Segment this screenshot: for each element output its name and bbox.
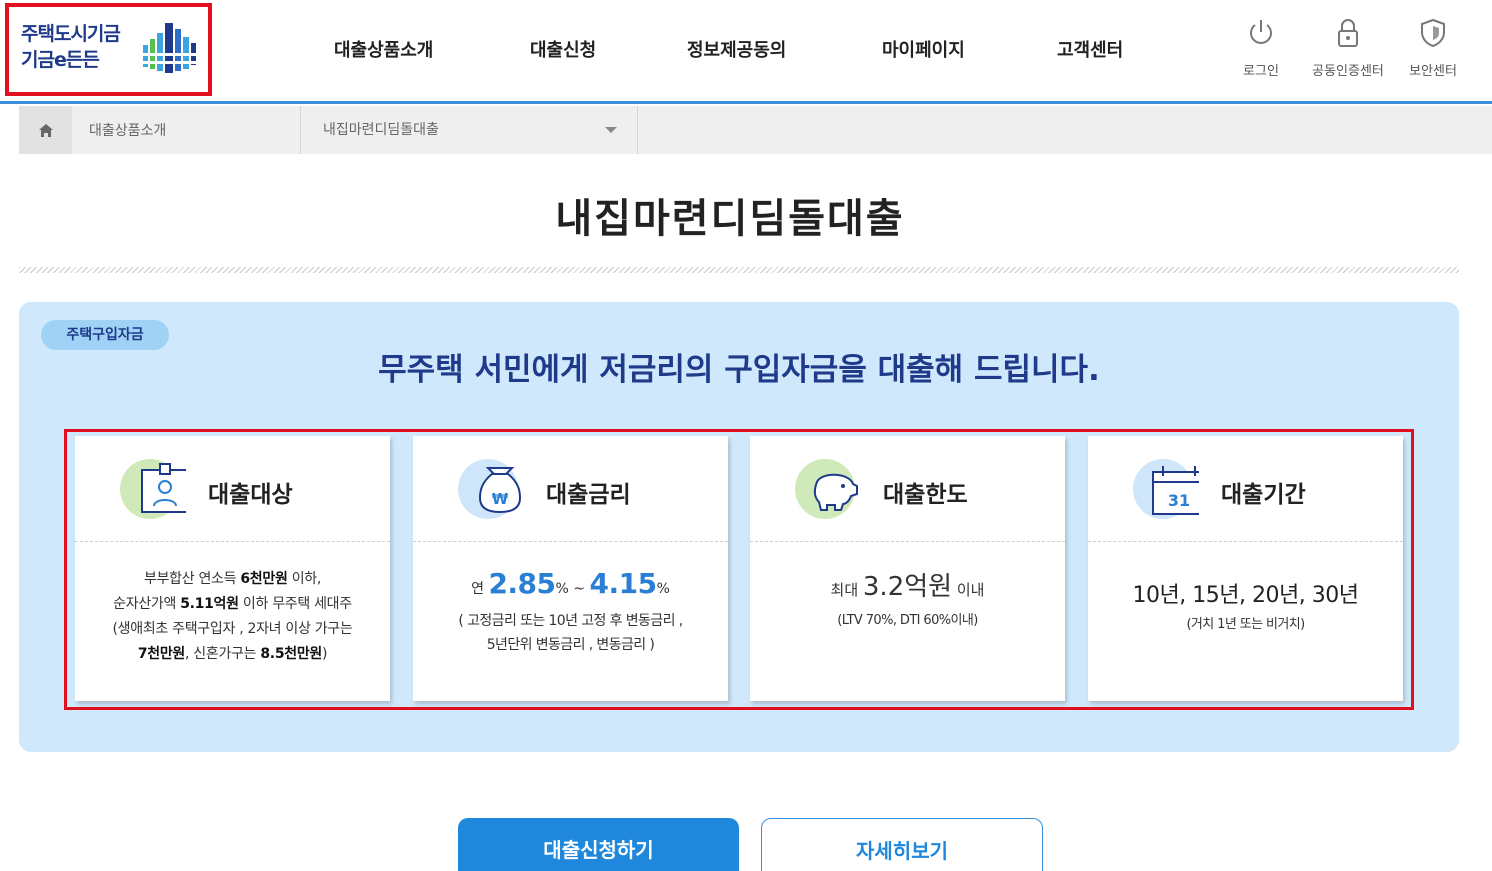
nav-loan-products[interactable]: 대출상품소개 xyxy=(334,36,433,62)
site-header: 주택도시기금 기금e든든 대출상품소개 대출신청 정보제공동의 마이페이지 고객… xyxy=(0,0,1492,104)
breadcrumb-home[interactable] xyxy=(19,106,72,154)
period-value: 10년, 15년, 20년, 30년 xyxy=(1132,583,1359,608)
certificate-center-link[interactable]: 공동인증센터 xyxy=(1308,18,1388,79)
card-title: 대출기간 xyxy=(1221,482,1306,508)
card-title: 대출금리 xyxy=(546,482,631,508)
svg-text:31: 31 xyxy=(1168,491,1190,510)
nav-mypage[interactable]: 마이페이지 xyxy=(882,36,965,62)
calendar-icon: 31 xyxy=(1133,459,1199,519)
card-header: 대출대상 xyxy=(75,436,390,542)
rate-min: 2.85 xyxy=(488,567,556,600)
card-header: ₩ 대출금리 xyxy=(413,436,728,542)
rate-max: 4.15 xyxy=(589,567,657,600)
breadcrumb-level-1[interactable]: 대출상품소개 xyxy=(72,106,301,154)
chevron-down-icon xyxy=(605,127,617,133)
nav-customer-center[interactable]: 고객센터 xyxy=(1057,36,1123,62)
logo-mark-icon xyxy=(141,23,201,73)
view-details-button[interactable]: 자세히보기 xyxy=(761,818,1043,871)
rate-note-1: ( 고정금리 또는 10년 고정 후 변동금리 , xyxy=(458,613,683,629)
id-badge-icon xyxy=(120,459,186,519)
power-icon xyxy=(1250,20,1272,44)
card-header: 대출한도 xyxy=(750,436,1065,542)
login-link[interactable]: 로그인 xyxy=(1221,18,1301,79)
breadcrumb: 대출상품소개 내집마련디딤돌대출 xyxy=(19,106,1492,154)
card-loan-period: 31 대출기간 10년, 15년, 20년, 30년 (거치 1년 또는 비거치… xyxy=(1088,436,1403,701)
svg-text:₩: ₩ xyxy=(492,490,509,508)
title-divider xyxy=(19,267,1459,273)
logo-line-2: 기금e든든 xyxy=(21,49,100,71)
card-body: 10년, 15년, 20년, 30년 (거치 1년 또는 비거치) xyxy=(1088,579,1403,637)
target-line-1: 부부합산 연소득 6천만원 이하, xyxy=(143,571,322,587)
home-icon xyxy=(38,123,53,137)
nav-loan-apply[interactable]: 대출신청 xyxy=(530,36,596,62)
target-line-3: (생애최초 주택구입자 , 2자녀 이상 가구는 xyxy=(112,621,353,637)
rate-range: 연 2.85% ~ 4.15% xyxy=(471,567,670,600)
card-body: 최대 3.2억원 이내 (LTV 70%, DTI 60%이내) xyxy=(750,568,1065,633)
card-header: 31 대출기간 xyxy=(1088,436,1403,542)
piggy-bank-icon xyxy=(795,459,858,519)
card-title: 대출한도 xyxy=(883,482,968,508)
limit-note: (LTV 70%, DTI 60%이내) xyxy=(837,613,978,628)
card-body: 연 2.85% ~ 4.15% ( 고정금리 또는 10년 고정 후 변동금리 … xyxy=(413,564,728,657)
breadcrumb-level-2-label: 내집마련디딤돌대출 xyxy=(323,122,439,138)
nav-info-consent[interactable]: 정보제공동의 xyxy=(687,36,786,62)
page: 주택도시기금 기금e든든 대출상품소개 대출신청 정보제공동의 마이페이지 고객… xyxy=(0,0,1492,871)
card-title: 대출대상 xyxy=(208,482,293,508)
security-center-link[interactable]: 보안센터 xyxy=(1393,18,1473,79)
period-note: (거치 1년 또는 비거치) xyxy=(1186,617,1305,632)
target-line-2: 순자산가액 5.11억원 이하 무주택 세대주 xyxy=(113,596,352,612)
lock-icon xyxy=(1338,19,1358,47)
breadcrumb-level-2-select[interactable]: 내집마련디딤돌대출 xyxy=(301,106,638,154)
page-title: 내집마련디딤돌대출 xyxy=(555,196,905,242)
card-loan-target: 대출대상 부부합산 연소득 6천만원 이하, 순자산가액 5.11억원 이하 무… xyxy=(75,436,390,701)
rate-note-2: 5년단위 변동금리 , 변동금리 ) xyxy=(486,637,655,653)
security-center-label: 보안센터 xyxy=(1409,64,1457,79)
shield-icon xyxy=(1421,18,1445,48)
target-line-4: 7천만원, 신혼가구는 8.5천만원) xyxy=(137,646,328,662)
card-loan-rate: ₩ 대출금리 연 2.85% ~ 4.15% ( 고정금리 또는 10년 고정 … xyxy=(413,436,728,701)
card-body: 부부합산 연소득 6천만원 이하, 순자산가액 5.11억원 이하 무주택 세대… xyxy=(75,567,390,667)
card-loan-limit: 대출한도 최대 3.2억원 이내 (LTV 70%, DTI 60%이내) xyxy=(750,436,1065,701)
summary-headline: 무주택 서민에게 저금리의 구입자금을 대출해 드립니다. xyxy=(378,352,1100,388)
apply-loan-button[interactable]: 대출신청하기 xyxy=(458,818,739,871)
limit-value-line: 최대 3.2억원 이내 xyxy=(830,572,985,602)
logo-line-1: 주택도시기금 xyxy=(21,23,121,45)
certificate-center-label: 공동인증센터 xyxy=(1312,64,1384,79)
limit-value: 3.2억원 xyxy=(862,572,953,602)
money-bag-icon: ₩ xyxy=(458,459,522,519)
loan-summary-panel: 주택구입자금 무주택 서민에게 저금리의 구입자금을 대출해 드립니다. 대출대… xyxy=(19,302,1459,752)
login-label: 로그인 xyxy=(1243,64,1279,79)
logo-link[interactable]: 주택도시기금 기금e든든 xyxy=(5,3,212,96)
logo-text: 주택도시기금 기금e든든 xyxy=(21,21,141,73)
